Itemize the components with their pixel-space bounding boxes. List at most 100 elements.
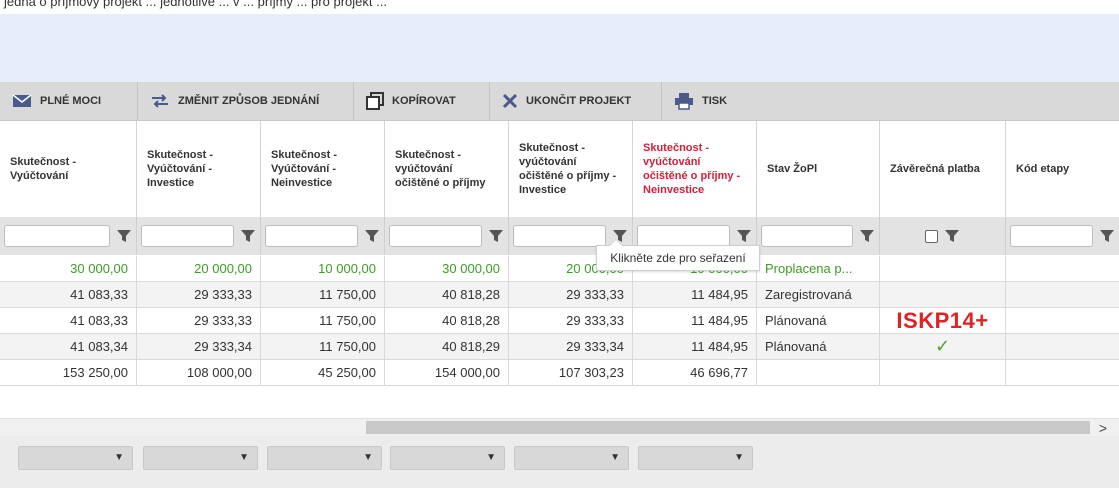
- kopirovat-label: KOPÍROVAT: [392, 95, 456, 107]
- table-row-totals: 153 250,00 108 000,00 45 250,00 154 000,…: [0, 360, 1119, 386]
- filter-icon[interactable]: [859, 228, 875, 244]
- table-cell: 153 250,00: [0, 360, 137, 385]
- col-header-skutecnost-vyuctovani[interactable]: Skutečnost - Vyúčtování: [0, 121, 137, 217]
- filter-input[interactable]: [141, 225, 234, 247]
- table-cell: 29 333,34: [137, 334, 261, 359]
- aggregate-dropdown[interactable]: ▼: [18, 446, 133, 470]
- table-cell: 29 333,33: [509, 308, 633, 333]
- chevron-down-icon: ▼: [363, 452, 373, 463]
- printer-icon: [674, 92, 694, 110]
- filter-icon[interactable]: [1099, 228, 1115, 244]
- filter-icon[interactable]: [116, 228, 132, 244]
- table-cell: [1006, 334, 1119, 359]
- col-header-ocistene-investice[interactable]: Skutečnost - vyúčtování očištěné o příjm…: [509, 121, 633, 217]
- table-cell: 11 750,00: [261, 282, 385, 307]
- table-cell: [880, 282, 1006, 307]
- ukoncit-projekt-button[interactable]: UKONČIT PROJEKT: [490, 82, 662, 120]
- col-header-ocistene[interactable]: Skutečnost - vyúčtování očištěné o příjm…: [385, 121, 509, 217]
- iskp-label: ISKP14+: [896, 307, 989, 333]
- aggregate-dropdown[interactable]: ▼: [390, 446, 505, 470]
- table-cell: Proplacena p...: [757, 256, 880, 281]
- toolbar: PLNÉ MOCI ZMĚNIT ZPŮSOB JEDNÁNÍ KOPÍROVA…: [0, 82, 1119, 121]
- table-cell: 20 000,00: [137, 256, 261, 281]
- table-cell: [1006, 282, 1119, 307]
- ukoncit-projekt-label: UKONČIT PROJEKT: [526, 95, 632, 107]
- chevron-down-icon: ▼: [610, 452, 620, 463]
- filter-input[interactable]: [761, 225, 853, 247]
- aggregate-dropdown[interactable]: ▼: [514, 446, 629, 470]
- iskp-cell: ISKP14+: [880, 308, 1006, 333]
- table-row[interactable]: 41 083,34 29 333,34 11 750,00 40 818,29 …: [0, 334, 1119, 360]
- table-cell: 11 750,00: [261, 334, 385, 359]
- table-cell: 30 000,00: [0, 256, 137, 281]
- chevron-down-icon: ▼: [734, 452, 744, 463]
- filter-row: [0, 217, 1119, 255]
- plne-moci-label: PLNÉ MOCI: [40, 95, 102, 107]
- aggregate-dropdown[interactable]: ▼: [638, 446, 753, 470]
- aggregate-dropdown[interactable]: ▼: [267, 446, 382, 470]
- zmenit-zpusob-jednani-button[interactable]: ZMĚNIT ZPŮSOB JEDNÁNÍ: [138, 82, 354, 120]
- scroll-thumb[interactable]: [366, 421, 1090, 434]
- table-cell: 10 000,00: [261, 256, 385, 281]
- filter-icon[interactable]: [736, 228, 752, 244]
- plne-moci-button[interactable]: PLNÉ MOCI: [0, 82, 138, 120]
- table-cell: 41 083,33: [0, 308, 137, 333]
- filter-input[interactable]: [389, 225, 482, 247]
- horizontal-scrollbar[interactable]: >: [0, 418, 1119, 437]
- envelope-icon: [12, 94, 32, 108]
- col-header-vyuctovani-neinvestice[interactable]: Skutečnost - Vyúčtování - Neinvestice: [261, 121, 385, 217]
- filter-checkbox[interactable]: [925, 229, 938, 243]
- table-cell: 11 484,95: [633, 308, 757, 333]
- filter-input[interactable]: [1010, 225, 1093, 247]
- filter-icon[interactable]: [364, 228, 380, 244]
- table-cell: Zaregistrovaná: [757, 282, 880, 307]
- table-cell: [757, 360, 880, 385]
- table-body: 30 000,00 20 000,00 10 000,00 30 000,00 …: [0, 256, 1119, 386]
- table-cell: [880, 256, 1006, 281]
- scroll-right-arrow-icon[interactable]: >: [1099, 419, 1107, 437]
- tisk-button[interactable]: TISK: [662, 82, 752, 120]
- copy-icon: [366, 92, 384, 110]
- table-cell: 11 484,95: [633, 282, 757, 307]
- aggregate-dropdown[interactable]: ▼: [143, 446, 258, 470]
- filter-icon[interactable]: [240, 228, 256, 244]
- col-header-stav-zopl[interactable]: Stav ŽoPl: [757, 121, 880, 217]
- filter-input[interactable]: [265, 225, 358, 247]
- zmenit-zpusob-label: ZMĚNIT ZPŮSOB JEDNÁNÍ: [178, 95, 320, 107]
- chevron-down-icon: ▼: [486, 452, 496, 463]
- table-cell: 107 303,23: [509, 360, 633, 385]
- col-header-zaverecna-platba[interactable]: Závěrečná platba: [880, 121, 1006, 217]
- table-cell: 29 333,34: [509, 334, 633, 359]
- filter-input[interactable]: [513, 225, 606, 247]
- table-row[interactable]: 41 083,33 29 333,33 11 750,00 40 818,28 …: [0, 282, 1119, 308]
- kopirovat-button[interactable]: KOPÍROVAT: [354, 82, 490, 120]
- col-header-kod-etapy[interactable]: Kód etapy: [1006, 121, 1119, 217]
- table-cell: ✓: [880, 334, 1006, 359]
- table-cell: 11 484,95: [633, 334, 757, 359]
- table-cell: 45 250,00: [261, 360, 385, 385]
- table-cell: 41 083,34: [0, 334, 137, 359]
- table-cell: 29 333,33: [137, 308, 261, 333]
- sort-tooltip: Klikněte zde pro seřazení: [596, 239, 760, 271]
- table-cell: 29 333,33: [509, 282, 633, 307]
- aggregate-row: ▼ ▼ ▼ ▼ ▼ ▼: [0, 436, 1119, 488]
- table-cell: 108 000,00: [137, 360, 261, 385]
- table-cell: [1006, 308, 1119, 333]
- table-cell: 40 818,29: [385, 334, 509, 359]
- table-cell: 41 083,33: [0, 282, 137, 307]
- table-cell: 154 000,00: [385, 360, 509, 385]
- chevron-down-icon: ▼: [239, 452, 249, 463]
- swap-arrows-icon: [150, 94, 170, 108]
- table-header: Skutečnost - Vyúčtování Skutečnost - Vyú…: [0, 121, 1119, 217]
- table-cell: Plánovaná: [757, 334, 880, 359]
- filter-input[interactable]: [4, 225, 110, 247]
- filter-input[interactable]: [637, 225, 730, 247]
- filter-icon[interactable]: [488, 228, 504, 244]
- col-header-ocistene-neinvestice[interactable]: Skutečnost - vyúčtování očištěné o příjm…: [633, 121, 757, 217]
- table-row[interactable]: 30 000,00 20 000,00 10 000,00 30 000,00 …: [0, 256, 1119, 282]
- table-cell: Plánovaná: [757, 308, 880, 333]
- col-header-vyuctovani-investice[interactable]: Skutečnost - Vyúčtování - Investice: [137, 121, 261, 217]
- table-row[interactable]: 41 083,33 29 333,33 11 750,00 40 818,28 …: [0, 308, 1119, 334]
- checkmark-icon: ✓: [934, 336, 951, 356]
- filter-icon[interactable]: [944, 228, 960, 244]
